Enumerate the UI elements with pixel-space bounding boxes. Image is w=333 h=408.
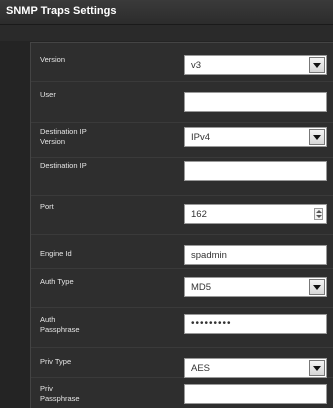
dest-ip-label: Destination IP — [40, 161, 87, 170]
port-value: 162 — [191, 209, 207, 220]
spinner-icon[interactable] — [314, 208, 323, 220]
engine-id-input[interactable]: spadmin — [184, 245, 327, 265]
dest-ip-version-label: Destination IP Version — [40, 127, 140, 147]
user-label: User — [40, 90, 56, 99]
auth-type-value: MD5 — [191, 282, 212, 293]
row-auth-type: Auth Type MD5 — [31, 269, 333, 308]
auth-passphrase-label: Auth Passphrase — [40, 315, 140, 335]
priv-type-value: AES — [191, 363, 211, 374]
row-auth-passphrase: Auth Passphrase ••••••••• — [31, 308, 333, 348]
chevron-down-icon[interactable] — [309, 279, 325, 295]
user-input[interactable] — [184, 92, 327, 112]
engine-id-label: Engine Id — [40, 249, 72, 258]
row-user: User — [31, 82, 333, 123]
row-dest-ip-version: Destination IP Version IPv4 — [31, 123, 333, 158]
row-version: Version v3 — [31, 43, 333, 82]
priv-type-label: Priv Type — [40, 357, 72, 366]
port-label: Port — [40, 202, 54, 211]
dest-ip-version-select[interactable]: IPv4 — [184, 127, 327, 147]
priv-passphrase-label-line2: Passphrase — [40, 394, 80, 403]
priv-passphrase-input[interactable] — [184, 384, 327, 404]
window-title: SNMP Traps Settings — [6, 5, 117, 17]
auth-passphrase-label-line2: Passphrase — [40, 325, 80, 334]
version-label: Version — [40, 55, 66, 64]
row-priv-passphrase: Priv Passphrase — [31, 378, 333, 408]
title-bar: SNMP Traps Settings — [0, 0, 333, 25]
priv-type-select[interactable]: AES — [184, 358, 327, 378]
auth-type-label: Auth Type — [40, 277, 74, 286]
toolbar-strip — [0, 25, 333, 41]
priv-passphrase-label-line1: Priv — [40, 384, 53, 393]
dest-ip-input[interactable] — [184, 161, 327, 181]
row-engine-id: Engine Id spadmin — [31, 235, 333, 269]
priv-passphrase-label: Priv Passphrase — [40, 384, 140, 404]
row-port: Port 162 — [31, 196, 333, 235]
chevron-down-icon[interactable] — [309, 360, 325, 376]
chevron-down-icon[interactable] — [309, 129, 325, 145]
dest-ip-version-label-line2: Version — [40, 137, 66, 146]
dest-ip-version-value: IPv4 — [191, 132, 211, 143]
port-input[interactable]: 162 — [184, 204, 327, 224]
auth-passphrase-input[interactable]: ••••••••• — [184, 314, 327, 334]
engine-id-value: spadmin — [191, 250, 227, 261]
snmp-traps-window: SNMP Traps Settings Version v3 User Dest… — [0, 0, 333, 408]
row-priv-type: Priv Type AES — [31, 348, 333, 378]
version-select[interactable]: v3 — [184, 55, 327, 75]
dest-ip-version-label-line1: Destination IP — [40, 127, 87, 136]
row-dest-ip: Destination IP — [31, 158, 333, 196]
settings-form: Version v3 User Destination IP Version I… — [30, 42, 333, 408]
auth-passphrase-label-line1: Auth — [40, 315, 56, 324]
auth-passphrase-value: ••••••••• — [191, 318, 232, 329]
version-value: v3 — [191, 60, 202, 71]
auth-type-select[interactable]: MD5 — [184, 277, 327, 297]
chevron-down-icon[interactable] — [309, 57, 325, 73]
